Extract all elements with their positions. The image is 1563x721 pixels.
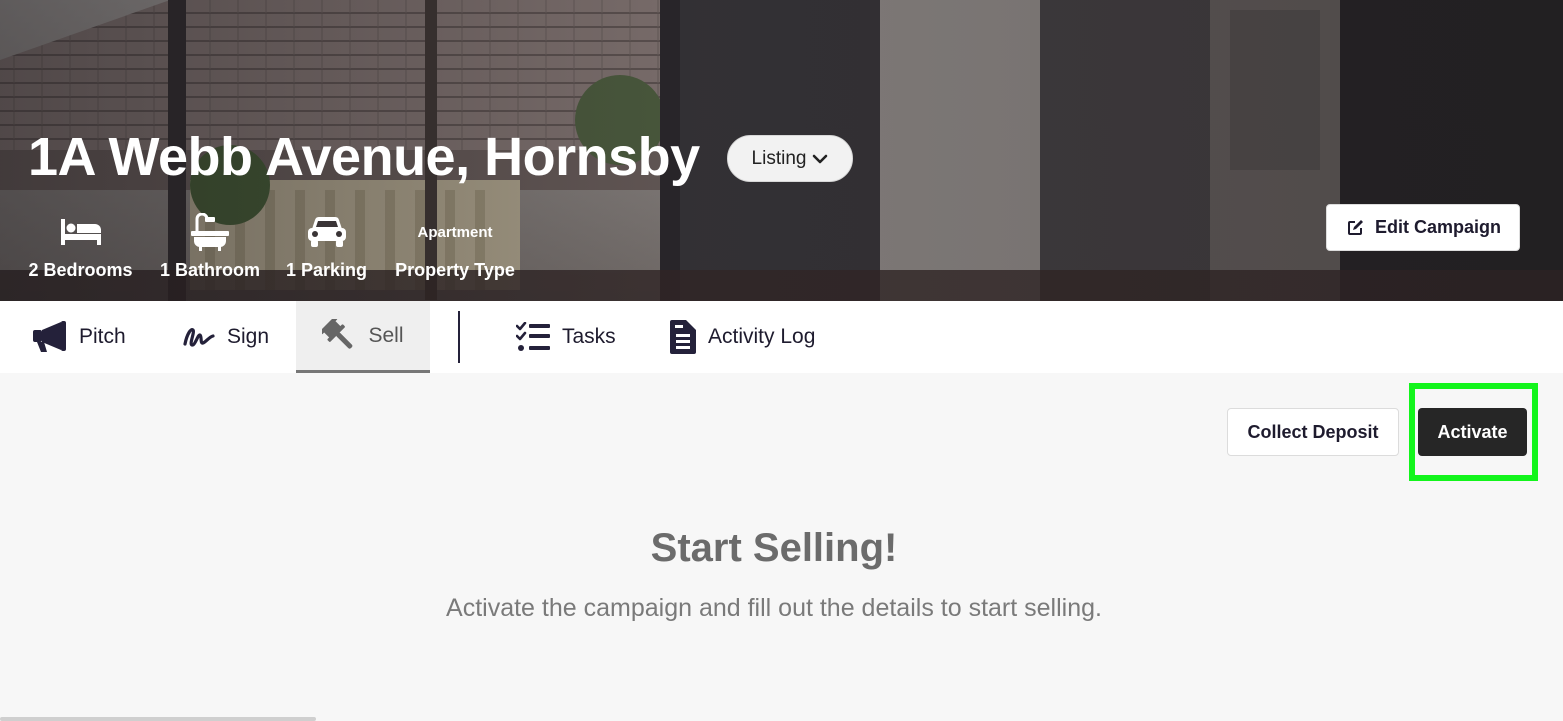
tab-activity-log-label: Activity Log [708,325,816,348]
campaign-tabs: Pitch Sign Sell Tasks Activity Log [0,301,1563,373]
tasks-icon [516,322,550,351]
feature-property-type: Apartment Property Type [394,212,516,281]
feature-bedrooms: 2 Bedrooms [28,212,133,281]
feature-bathrooms-label: 1 Bathroom [160,260,261,280]
tab-sell[interactable]: Sell [296,301,430,373]
listing-status-label: Listing [751,147,807,169]
car-icon [307,216,346,247]
bed-icon [60,219,101,245]
feature-bedrooms-label: 2 Bedrooms [28,260,133,280]
edit-icon [1347,219,1363,235]
tab-sign[interactable]: Sign [183,301,269,373]
tab-sell-label: Sell [368,323,404,347]
collect-deposit-button[interactable]: Collect Deposit [1227,408,1399,456]
feature-bathrooms: 1 Bathroom [160,212,261,281]
collect-deposit-label: Collect Deposit [1247,421,1379,442]
empty-state-title: Start Selling! [650,526,898,570]
campaign-hero: 1A Webb Avenue, Hornsby Listing 2 Bedroo… [0,0,1563,301]
listing-status-dropdown[interactable]: Listing [727,135,853,182]
activate-button[interactable]: Activate [1418,408,1527,456]
horizontal-scrollbar[interactable] [0,717,316,721]
property-address-title: 1A Webb Avenue, Hornsby [28,127,700,187]
signature-icon [183,328,215,347]
property-type-label: Property Type [395,260,515,280]
empty-state-subtitle: Activate the campaign and fill out the d… [446,594,1102,622]
edit-campaign-button[interactable]: Edit Campaign [1326,204,1520,251]
gavel-icon [322,318,353,349]
tab-activity-log[interactable]: Activity Log [670,301,815,373]
feature-parking: 1 Parking [285,212,368,281]
megaphone-icon [33,321,66,352]
tab-sign-label: Sign [227,325,270,348]
edit-campaign-label: Edit Campaign [1374,217,1501,237]
chevron-down-icon [813,154,828,163]
feature-parking-label: 1 Parking [285,260,368,280]
tab-tasks-label: Tasks [562,325,616,348]
tab-tasks[interactable]: Tasks [516,301,616,373]
property-type-value: Apartment [417,223,493,241]
bath-icon [191,213,229,251]
tab-divider [458,311,460,363]
tab-pitch-label: Pitch [79,325,126,348]
activate-label: Activate [1437,421,1508,442]
tab-pitch[interactable]: Pitch [33,301,126,373]
document-icon [670,320,696,354]
